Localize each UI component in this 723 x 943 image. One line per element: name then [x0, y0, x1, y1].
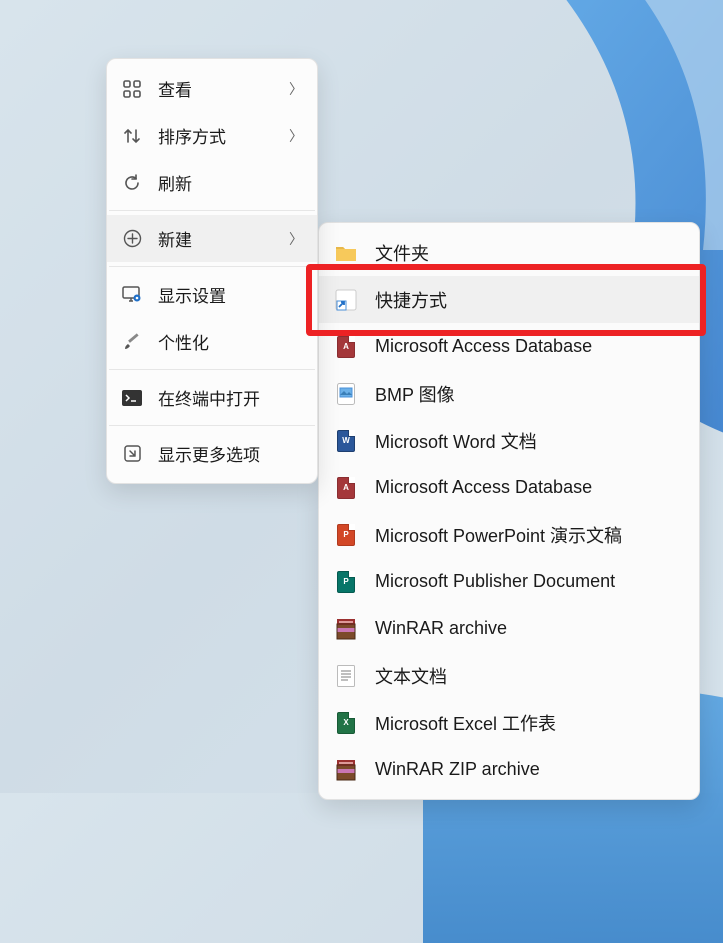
terminal-icon: [121, 387, 143, 409]
submenu-item-publisher[interactable]: P Microsoft Publisher Document: [319, 558, 699, 605]
submenu-item-label: 文件夹: [375, 240, 429, 266]
sort-icon: [121, 125, 143, 147]
menu-item-display-settings[interactable]: 显示设置: [107, 271, 317, 318]
brush-icon: [121, 331, 143, 353]
menu-item-label: 新建: [158, 226, 289, 251]
publisher-icon: P: [335, 571, 357, 593]
submenu-item-shortcut[interactable]: 快捷方式: [319, 276, 699, 323]
grid-icon: [121, 78, 143, 100]
menu-item-more-options[interactable]: 显示更多选项: [107, 430, 317, 477]
menu-item-label: 显示更多选项: [158, 441, 303, 466]
access-icon: A: [335, 336, 357, 358]
menu-item-label: 查看: [158, 76, 289, 101]
menu-separator: [109, 425, 315, 426]
menu-item-label: 在终端中打开: [158, 385, 303, 410]
submenu-item-excel[interactable]: X Microsoft Excel 工作表: [319, 699, 699, 746]
menu-item-label: 刷新: [158, 170, 303, 195]
folder-icon: [335, 242, 357, 264]
submenu-item-bmp[interactable]: BMP 图像: [319, 370, 699, 417]
display-settings-icon: [121, 284, 143, 306]
bmp-icon: [335, 383, 357, 405]
menu-separator: [109, 210, 315, 211]
submenu-item-powerpoint[interactable]: P Microsoft PowerPoint 演示文稿: [319, 511, 699, 558]
winrar-icon: [335, 618, 357, 640]
submenu-item-winrar[interactable]: WinRAR archive: [319, 605, 699, 652]
excel-icon: X: [335, 712, 357, 734]
submenu-item-label: BMP 图像: [375, 381, 455, 407]
menu-item-label: 个性化: [158, 329, 303, 354]
powerpoint-icon: P: [335, 524, 357, 546]
submenu-item-label: Microsoft PowerPoint 演示文稿: [375, 522, 622, 548]
submenu-item-folder[interactable]: 文件夹: [319, 229, 699, 276]
plus-circle-icon: [121, 228, 143, 250]
chevron-right-icon: 〉: [289, 126, 303, 146]
winrar-zip-icon: [335, 759, 357, 781]
text-file-icon: [335, 665, 357, 687]
menu-separator: [109, 369, 315, 370]
access-icon: A: [335, 477, 357, 499]
menu-item-open-terminal[interactable]: 在终端中打开: [107, 374, 317, 421]
shortcut-icon: [335, 289, 357, 311]
chevron-right-icon: 〉: [289, 229, 303, 249]
desktop-context-menu: 查看 〉 排序方式 〉 刷新 新建 〉: [106, 58, 318, 484]
submenu-item-access-db-1[interactable]: A Microsoft Access Database: [319, 323, 699, 370]
submenu-item-label: Microsoft Publisher Document: [375, 571, 615, 592]
menu-item-view[interactable]: 查看 〉: [107, 65, 317, 112]
menu-item-sort[interactable]: 排序方式 〉: [107, 112, 317, 159]
submenu-item-label: WinRAR ZIP archive: [375, 759, 540, 780]
submenu-item-label: Microsoft Access Database: [375, 477, 592, 498]
menu-item-personalize[interactable]: 个性化: [107, 318, 317, 365]
word-icon: W: [335, 430, 357, 452]
submenu-item-word[interactable]: W Microsoft Word 文档: [319, 417, 699, 464]
submenu-item-label: 快捷方式: [375, 287, 447, 313]
submenu-item-label: Microsoft Excel 工作表: [375, 710, 556, 736]
menu-item-new[interactable]: 新建 〉: [107, 215, 317, 262]
submenu-item-text[interactable]: 文本文档: [319, 652, 699, 699]
submenu-item-label: Microsoft Access Database: [375, 336, 592, 357]
more-options-icon: [121, 443, 143, 465]
menu-item-label: 排序方式: [158, 123, 289, 148]
submenu-item-label: Microsoft Word 文档: [375, 428, 537, 454]
submenu-item-label: WinRAR archive: [375, 618, 507, 639]
menu-item-refresh[interactable]: 刷新: [107, 159, 317, 206]
chevron-right-icon: 〉: [289, 79, 303, 99]
new-submenu: 文件夹 快捷方式 A Microsoft Access Database BMP…: [318, 222, 700, 800]
refresh-icon: [121, 172, 143, 194]
menu-separator: [109, 266, 315, 267]
submenu-item-winrar-zip[interactable]: WinRAR ZIP archive: [319, 746, 699, 793]
submenu-item-access-db-2[interactable]: A Microsoft Access Database: [319, 464, 699, 511]
menu-item-label: 显示设置: [158, 282, 303, 307]
submenu-item-label: 文本文档: [375, 663, 447, 689]
